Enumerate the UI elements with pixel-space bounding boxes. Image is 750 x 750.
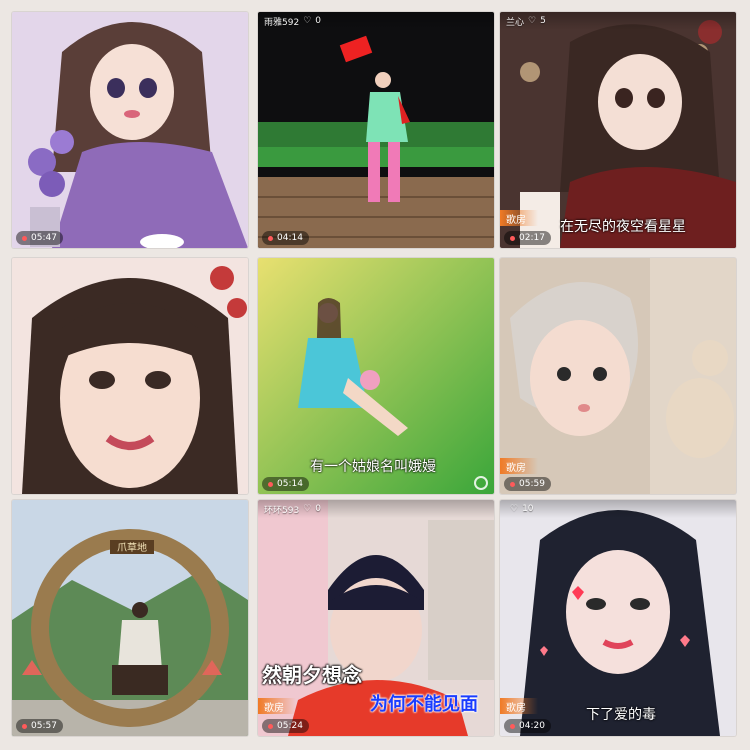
tile-header: ♡ 10 <box>500 500 736 518</box>
lyric-caption: 下了爱的毒 <box>586 707 656 723</box>
video-tile-6[interactable]: 歌房 05:59 <box>500 258 736 494</box>
song-room-badge: 歌房 <box>258 698 296 714</box>
tile-4-thumbnail <box>12 258 248 494</box>
video-tile-3[interactable]: 兰心 ♡ 5 歌房 在无尽的夜空看星星 02:17 <box>500 12 736 248</box>
lyric-line-2: 为何不能见面 <box>370 694 478 715</box>
badge-text: 歌房 <box>506 462 526 474</box>
username: 环环593 <box>264 505 300 516</box>
video-tile-5[interactable]: 有一个姑娘名叫娥嫚 05:14 <box>258 258 494 494</box>
tile-1-thumbnail <box>12 12 248 248</box>
duration-text: 05:24 <box>277 721 303 731</box>
badge-text: 歌房 <box>506 702 526 714</box>
live-dot-icon <box>510 235 515 241</box>
live-dot-icon <box>268 723 273 729</box>
duration-text: 04:14 <box>277 233 303 243</box>
like-icon: ♡ <box>303 16 312 26</box>
video-tile-2[interactable]: 雨雅592 ♡ 0 04:14 <box>258 12 494 248</box>
duration-badge: 04:20 <box>504 719 551 733</box>
video-tile-7[interactable]: 爪草地 05:57 <box>12 500 248 736</box>
duration-badge: 05:24 <box>262 719 309 733</box>
duration-text: 05:14 <box>277 479 303 489</box>
like-count: 5 <box>540 16 546 26</box>
like-icon: ♡ <box>303 504 312 514</box>
video-tile-4[interactable] <box>12 258 248 494</box>
badge-text: 歌房 <box>264 702 284 714</box>
duration-badge: 04:14 <box>262 231 309 245</box>
sign-text: 爪草地 <box>117 541 147 554</box>
tile-header: 环环593 ♡ 0 <box>258 500 494 518</box>
lyric-caption: 有一个姑娘名叫娥嫚 <box>310 459 436 475</box>
duration-text: 02:17 <box>519 233 545 243</box>
badge-text: 歌房 <box>506 214 526 226</box>
duration-badge: 05:59 <box>504 477 551 491</box>
live-dot-icon <box>22 723 27 729</box>
song-room-badge: 歌房 <box>500 210 538 226</box>
like-icon: ♡ <box>528 16 537 26</box>
tile-2-thumbnail <box>258 12 494 248</box>
video-tile-1[interactable]: 05:47 <box>12 12 248 248</box>
live-dot-icon <box>22 235 27 241</box>
username: 雨雅592 <box>264 17 300 28</box>
tile-7-thumbnail: 爪草地 <box>12 500 248 736</box>
live-dot-icon <box>268 235 273 241</box>
video-tile-9[interactable]: ♡ 10 歌房 下了爱的毒 04:20 <box>500 500 736 736</box>
song-room-badge: 歌房 <box>500 698 538 714</box>
duration-text: 04:20 <box>519 721 545 731</box>
duration-badge: 05:57 <box>16 719 63 733</box>
tile-header: 雨雅592 ♡ 0 <box>258 12 494 30</box>
duration-text: 05:57 <box>31 721 57 731</box>
lyric-line-1: 然朝夕想念 <box>262 663 362 687</box>
gear-icon[interactable] <box>474 476 488 490</box>
video-tile-8[interactable]: 环环593 ♡ 0 然朝夕想念 歌房 为何不能见面 05:24 <box>258 500 494 736</box>
like-count: 10 <box>522 504 534 514</box>
duration-text: 05:47 <box>31 233 57 243</box>
song-room-badge: 歌房 <box>500 458 538 474</box>
live-dot-icon <box>268 481 273 487</box>
duration-badge: 05:47 <box>16 231 63 245</box>
duration-badge: 02:17 <box>504 231 551 245</box>
live-dot-icon <box>510 723 515 729</box>
like-count: 0 <box>315 504 321 514</box>
username: 兰心 <box>506 17 525 28</box>
duration-badge: 05:14 <box>262 477 309 491</box>
lyric-caption: 在无尽的夜空看星星 <box>560 219 686 235</box>
like-count: 0 <box>315 16 321 26</box>
duration-text: 05:59 <box>519 479 545 489</box>
like-icon: ♡ <box>510 504 519 514</box>
tile-header: 兰心 ♡ 5 <box>500 12 736 30</box>
live-dot-icon <box>510 481 515 487</box>
